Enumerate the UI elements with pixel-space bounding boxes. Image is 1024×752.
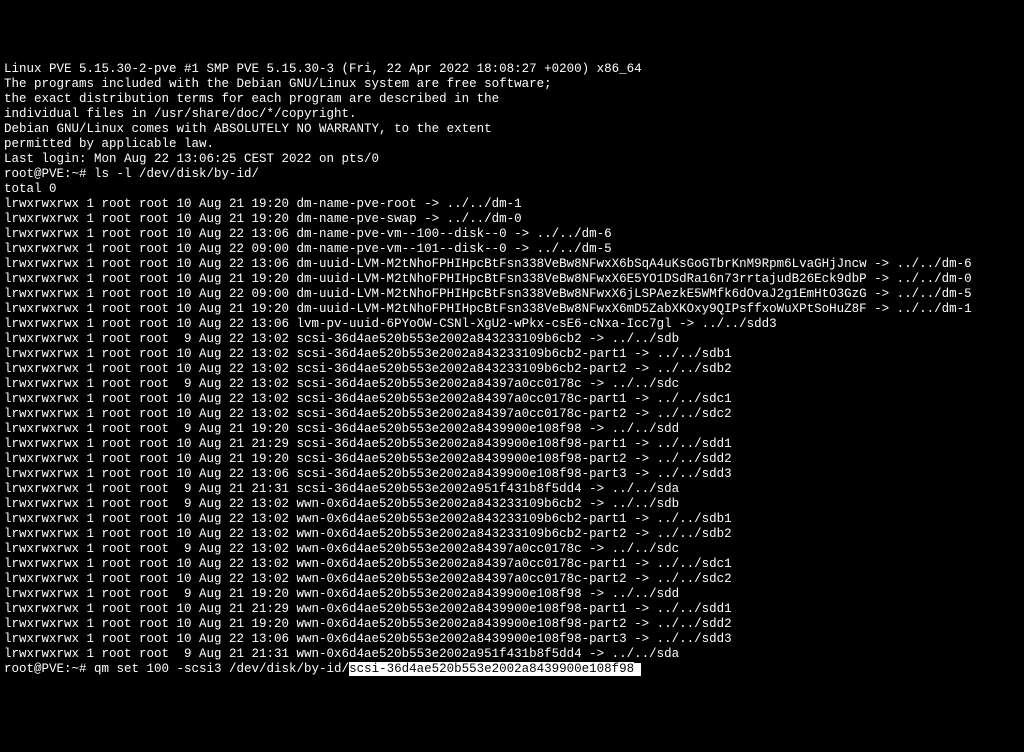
ls-entry: lrwxrwxrwx 1 root root 10 Aug 21 19:20 d… <box>4 272 1020 287</box>
ls-entry: lrwxrwxrwx 1 root root 10 Aug 22 13:02 w… <box>4 557 1020 572</box>
prompt-line: root@PVE:~# ls -l /dev/disk/by-id/ <box>4 167 1020 182</box>
motd-line: permitted by applicable law. <box>4 137 1020 152</box>
ls-entry: lrwxrwxrwx 1 root root 9 Aug 22 13:02 ww… <box>4 542 1020 557</box>
ls-entry: lrwxrwxrwx 1 root root 10 Aug 22 13:06 l… <box>4 317 1020 332</box>
prompt: root@PVE:~# <box>4 662 94 676</box>
ls-entry: lrwxrwxrwx 1 root root 9 Aug 22 13:02 sc… <box>4 332 1020 347</box>
motd-line: the exact distribution terms for each pr… <box>4 92 1020 107</box>
kernel-line: Linux PVE 5.15.30-2-pve #1 SMP PVE 5.15.… <box>4 62 1020 77</box>
terminal-output[interactable]: Linux PVE 5.15.30-2-pve #1 SMP PVE 5.15.… <box>4 62 1020 677</box>
ls-entry: lrwxrwxrwx 1 root root 9 Aug 21 21:31 ww… <box>4 647 1020 662</box>
ls-entry: lrwxrwxrwx 1 root root 10 Aug 22 13:02 w… <box>4 512 1020 527</box>
command-text: qm set 100 -scsi3 /dev/disk/by-id/ <box>94 662 349 676</box>
ls-entry: lrwxrwxrwx 1 root root 10 Aug 22 13:02 s… <box>4 407 1020 422</box>
ls-entry: lrwxrwxrwx 1 root root 10 Aug 21 19:20 w… <box>4 617 1020 632</box>
motd-line: individual files in /usr/share/doc/*/cop… <box>4 107 1020 122</box>
motd-line: Debian GNU/Linux comes with ABSOLUTELY N… <box>4 122 1020 137</box>
ls-entry: lrwxrwxrwx 1 root root 10 Aug 22 09:00 d… <box>4 242 1020 257</box>
motd-line: The programs included with the Debian GN… <box>4 77 1020 92</box>
last-login-line: Last login: Mon Aug 22 13:06:25 CEST 202… <box>4 152 1020 167</box>
selected-text: scsi-36d4ae520b553e2002a8439900e108f98 <box>349 662 634 676</box>
ls-entry: lrwxrwxrwx 1 root root 9 Aug 22 13:02 sc… <box>4 377 1020 392</box>
ls-entry: lrwxrwxrwx 1 root root 10 Aug 22 13:02 w… <box>4 527 1020 542</box>
command-text: ls -l /dev/disk/by-id/ <box>94 167 259 181</box>
ls-entry: lrwxrwxrwx 1 root root 10 Aug 22 13:02 s… <box>4 362 1020 377</box>
ls-entry: lrwxrwxrwx 1 root root 9 Aug 21 19:20 ww… <box>4 587 1020 602</box>
ls-entry: lrwxrwxrwx 1 root root 10 Aug 22 09:00 d… <box>4 287 1020 302</box>
ls-entry: lrwxrwxrwx 1 root root 10 Aug 22 13:06 d… <box>4 227 1020 242</box>
total-line: total 0 <box>4 182 1020 197</box>
ls-entry: lrwxrwxrwx 1 root root 10 Aug 21 19:20 d… <box>4 302 1020 317</box>
ls-entry: lrwxrwxrwx 1 root root 10 Aug 21 21:29 s… <box>4 437 1020 452</box>
ls-entry: lrwxrwxrwx 1 root root 10 Aug 22 13:06 d… <box>4 257 1020 272</box>
ls-entry: lrwxrwxrwx 1 root root 10 Aug 22 13:02 s… <box>4 392 1020 407</box>
ls-entry: lrwxrwxrwx 1 root root 9 Aug 21 21:31 sc… <box>4 482 1020 497</box>
ls-entry: lrwxrwxrwx 1 root root 10 Aug 22 13:06 w… <box>4 632 1020 647</box>
ls-entry: lrwxrwxrwx 1 root root 9 Aug 21 19:20 sc… <box>4 422 1020 437</box>
ls-entry: lrwxrwxrwx 1 root root 10 Aug 21 19:20 d… <box>4 212 1020 227</box>
ls-entry: lrwxrwxrwx 1 root root 10 Aug 21 19:20 s… <box>4 452 1020 467</box>
prompt: root@PVE:~# <box>4 167 94 181</box>
cursor-icon <box>634 663 641 676</box>
ls-entry: lrwxrwxrwx 1 root root 10 Aug 21 19:20 d… <box>4 197 1020 212</box>
ls-entry: lrwxrwxrwx 1 root root 10 Aug 22 13:02 s… <box>4 347 1020 362</box>
ls-entry: lrwxrwxrwx 1 root root 9 Aug 22 13:02 ww… <box>4 497 1020 512</box>
prompt-line-active[interactable]: root@PVE:~# qm set 100 -scsi3 /dev/disk/… <box>4 662 1020 677</box>
ls-entry: lrwxrwxrwx 1 root root 10 Aug 22 13:06 s… <box>4 467 1020 482</box>
ls-entry: lrwxrwxrwx 1 root root 10 Aug 22 13:02 w… <box>4 572 1020 587</box>
ls-entry: lrwxrwxrwx 1 root root 10 Aug 21 21:29 w… <box>4 602 1020 617</box>
